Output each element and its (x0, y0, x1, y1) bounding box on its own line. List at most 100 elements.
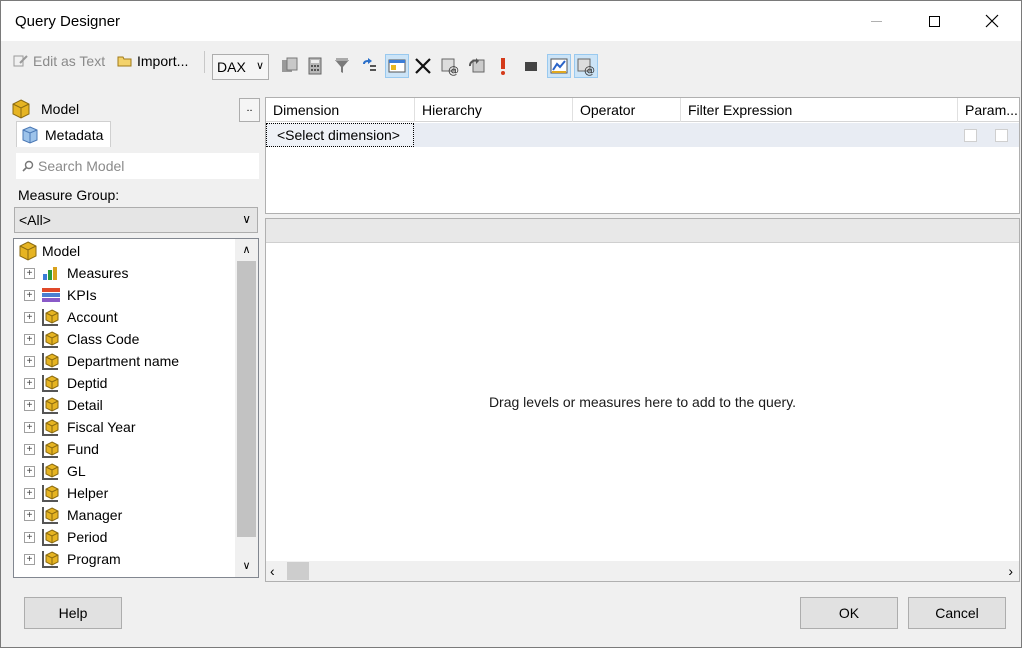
maximize-button[interactable] (905, 1, 963, 41)
swap-button[interactable] (357, 54, 381, 78)
maximize-icon (928, 15, 940, 27)
measure-group-select[interactable]: <All> ∨ (14, 207, 258, 233)
expand-icon[interactable]: + (24, 465, 35, 477)
language-select[interactable]: DAX ∨ (212, 54, 269, 80)
filter-button[interactable] (330, 54, 354, 78)
column-header-parameters[interactable]: Param... (958, 98, 1019, 122)
close-icon (985, 14, 999, 28)
dimension-icon (41, 505, 61, 525)
tree-item[interactable]: + Account (24, 306, 118, 328)
query-text-button[interactable]: @ (574, 54, 598, 78)
tree-root-label: Model (42, 243, 81, 259)
expand-icon[interactable]: + (24, 377, 35, 389)
tree-item-label: KPIs (67, 287, 97, 303)
tree-item[interactable]: + Department name (24, 350, 179, 372)
cancel-button[interactable]: Cancel (908, 597, 1006, 629)
dimension-icon (41, 549, 61, 569)
column-header-hierarchy[interactable]: Hierarchy (415, 98, 573, 122)
tree-item[interactable]: + Class Code (24, 328, 139, 350)
close-button[interactable] (963, 1, 1021, 41)
tree-item[interactable]: + Detail (24, 394, 103, 416)
filter-grid: Dimension Hierarchy Operator Filter Expr… (265, 97, 1020, 214)
delete-button[interactable] (411, 54, 435, 78)
results-horizontal-scrollbar[interactable]: ‹ › (266, 561, 1019, 581)
measure-group-label: Measure Group: (18, 187, 120, 203)
help-button[interactable]: Help (24, 597, 122, 629)
select-dimension-cell[interactable]: <Select dimension> (266, 123, 414, 147)
query-parameters-button[interactable]: @ (438, 54, 462, 78)
cancel-query-button[interactable] (519, 54, 543, 78)
drop-hint-text: Drag levels or measures here to add to t… (488, 394, 797, 410)
scroll-thumb[interactable] (287, 562, 309, 580)
import-label: Import... (137, 53, 189, 69)
design-mode-button[interactable] (547, 54, 571, 78)
tree-item[interactable]: + Period (24, 526, 107, 548)
tab-metadata-label: Metadata (45, 126, 104, 143)
browse-cube-button[interactable]: .. (239, 98, 260, 122)
metadata-panel: Model .. Metadata Search Model Measure G… (11, 97, 261, 579)
column-header-filter-expression[interactable]: Filter Expression (681, 98, 958, 122)
dimension-icon (41, 483, 61, 503)
expand-icon[interactable]: + (24, 311, 35, 323)
show-empty-cells-button[interactable] (385, 54, 409, 78)
cube-icon (12, 99, 30, 119)
tree-item[interactable]: + Helper (24, 482, 108, 504)
search-icon (22, 160, 34, 172)
measures-icon (41, 263, 61, 283)
ok-button[interactable]: OK (800, 597, 898, 629)
tree-item[interactable]: + Measures (24, 262, 128, 284)
tree-item[interactable]: + Fund (24, 438, 99, 460)
edit-text-icon (13, 55, 28, 67)
tree-item[interactable]: + GL (24, 460, 86, 482)
add-calculated-member-button[interactable] (277, 54, 301, 78)
expand-icon[interactable]: + (24, 509, 35, 521)
tree-item-label: Account (67, 309, 118, 325)
results-pane[interactable]: Drag levels or measures here to add to t… (265, 218, 1020, 582)
expand-icon[interactable]: + (24, 487, 35, 499)
prepare-query-button[interactable] (465, 54, 489, 78)
minimize-button[interactable] (847, 1, 905, 41)
expand-icon[interactable]: + (24, 399, 35, 411)
refresh-icon (469, 58, 485, 73)
scroll-up-icon[interactable]: ∧ (235, 239, 258, 261)
metadata-tree[interactable]: Model + Measures + KPIs + Account + Class Code +… (13, 238, 259, 578)
expand-icon[interactable]: + (24, 267, 35, 279)
column-header-operator[interactable]: Operator (573, 98, 681, 122)
tree-item[interactable]: + KPIs (24, 284, 97, 306)
tree-item[interactable]: + Manager (24, 504, 122, 526)
expand-icon[interactable]: + (24, 289, 35, 301)
scroll-right-icon[interactable]: › (1008, 563, 1013, 579)
cube-icon (19, 241, 37, 261)
show-empty-cells-icon (388, 59, 406, 73)
expand-icon[interactable]: + (24, 333, 35, 345)
window-title: Query Designer (15, 13, 121, 30)
column-header-dimension[interactable]: Dimension (266, 98, 415, 122)
expand-icon[interactable]: + (24, 421, 35, 433)
tree-root-model[interactable]: Model (18, 240, 80, 262)
edit-as-text-button[interactable]: Edit as Text (13, 51, 105, 71)
expand-icon[interactable]: + (24, 531, 35, 543)
tree-item-label: Measures (67, 265, 129, 281)
expand-icon[interactable]: + (24, 553, 35, 565)
tab-metadata[interactable]: Metadata (16, 121, 111, 147)
scroll-thumb[interactable] (237, 261, 256, 537)
tree-item[interactable]: + Program (24, 548, 121, 570)
execute-query-button[interactable] (491, 54, 515, 78)
expand-icon[interactable]: + (24, 443, 35, 455)
tree-vertical-scrollbar[interactable]: ∧ ∨ (235, 239, 258, 577)
parameter-checkbox[interactable] (995, 129, 1008, 142)
scroll-down-icon[interactable]: ∨ (235, 555, 258, 577)
tree-item-label: Department name (67, 353, 180, 369)
tree-item[interactable]: + Fiscal Year (24, 416, 135, 438)
import-button[interactable]: Import... (117, 51, 188, 71)
parameter-checkbox[interactable] (964, 129, 977, 142)
scroll-left-icon[interactable]: ‹ (270, 563, 275, 579)
search-model-input[interactable]: Search Model (16, 153, 259, 179)
language-value: DAX (217, 59, 246, 75)
tree-item[interactable]: + Deptid (24, 372, 107, 394)
query-designer-window: Query Designer Edit as Text Import... DA… (0, 0, 1022, 648)
calculator-button[interactable] (303, 54, 327, 78)
dimension-icon (41, 417, 61, 437)
expand-icon[interactable]: + (24, 355, 35, 367)
tree-item-label: Fiscal Year (67, 419, 136, 435)
